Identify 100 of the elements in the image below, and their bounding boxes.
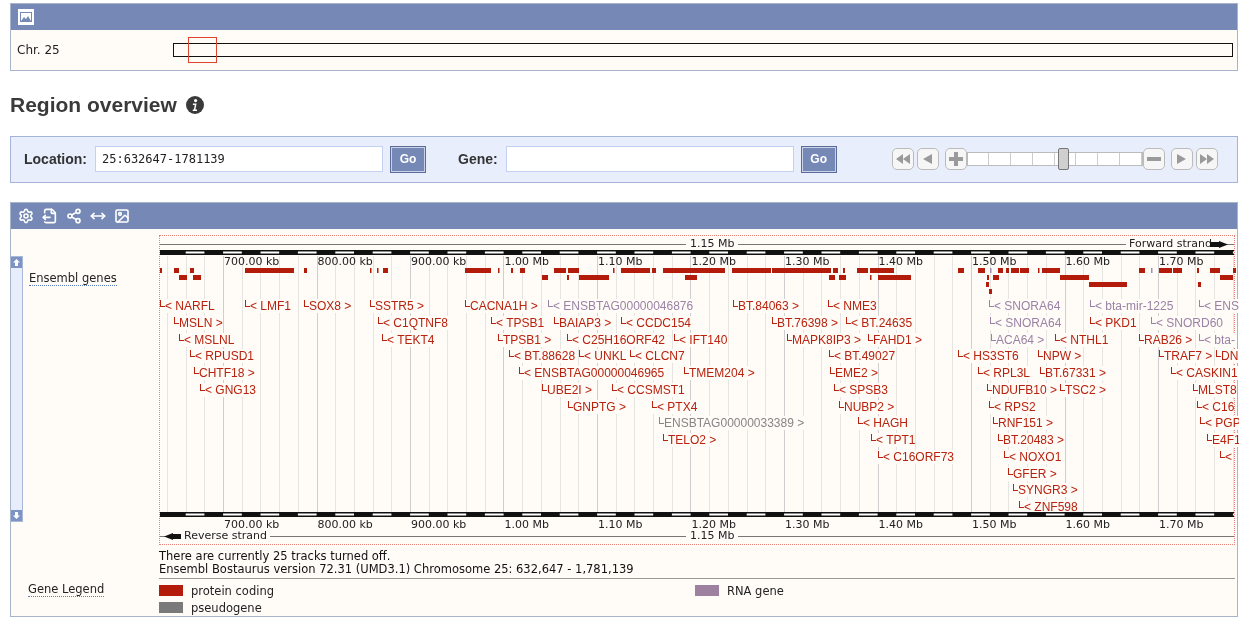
- gene-label[interactable]: NDUFB10 >: [987, 382, 1058, 397]
- fast-forward-button[interactable]: [1195, 148, 1218, 171]
- gene-label[interactable]: MAPK8IP3 >: [787, 332, 862, 347]
- gene-label[interactable]: SOX8 >: [304, 299, 352, 313]
- location-go-button[interactable]: Go: [390, 145, 426, 173]
- gene-label[interactable]: < NARFL: [160, 299, 215, 313]
- gene-label[interactable]: < bta-: [1199, 332, 1236, 347]
- gene-label[interactable]: ACA64 >: [991, 332, 1045, 347]
- share-icon[interactable]: [66, 208, 82, 224]
- legend-title[interactable]: Gene Legend: [28, 583, 105, 597]
- gene-label[interactable]: MSLN >: [174, 315, 223, 330]
- gene-label[interactable]: < TPT1: [871, 433, 916, 447]
- gene-label[interactable]: < IFT140: [674, 332, 728, 347]
- scale-tick-label: 1.20 Mb: [691, 256, 736, 268]
- gene-label[interactable]: < BT.49027: [829, 349, 896, 364]
- gene-label[interactable]: EME2 >: [830, 366, 879, 380]
- gene-label[interactable]: BT.20483 >: [998, 433, 1065, 447]
- scroll-down-button[interactable]: [11, 510, 22, 521]
- gene-label[interactable]: < TPSB1: [491, 315, 545, 330]
- gene-go-button[interactable]: Go: [800, 145, 837, 173]
- gene-label[interactable]: < bta-mir-1225: [1090, 299, 1174, 313]
- gene-label[interactable]: < BT.24635: [846, 315, 913, 330]
- info-icon[interactable]: [185, 96, 204, 115]
- gene-label[interactable]: < CCDC154: [621, 315, 692, 330]
- gene-label[interactable]: < PTX4: [652, 399, 698, 414]
- gene-label[interactable]: < C1QTNF8: [378, 315, 448, 330]
- gene-label[interactable]: NUBP2 >: [839, 399, 895, 414]
- gene-label[interactable]: < NTHL1: [1055, 332, 1109, 347]
- gene-label[interactable]: < ENSBTAG00000046876: [548, 299, 694, 313]
- gene-label[interactable]: RNF151 >: [993, 416, 1054, 431]
- gene-label[interactable]: < CLCN7: [630, 349, 685, 364]
- gene-label[interactable]: BT.76398 >: [772, 315, 839, 330]
- gene-label[interactable]: DN: [1216, 349, 1239, 364]
- gene-label[interactable]: < C16: [1197, 399, 1235, 414]
- gene-label[interactable]: UBE2I >: [542, 382, 593, 397]
- scale-tick-label: 1.10 Mb: [598, 256, 643, 268]
- track-label[interactable]: Ensembl genes: [29, 272, 117, 286]
- gene-label[interactable]: TRAF7 >: [1159, 349, 1213, 364]
- gene-label[interactable]: FAHD1 >: [868, 332, 923, 347]
- rewind-button[interactable]: [891, 148, 914, 171]
- gene-label[interactable]: NPW >: [1038, 349, 1082, 364]
- gene-label[interactable]: MLST8: [1193, 382, 1237, 397]
- image-icon[interactable]: [18, 9, 34, 25]
- gene-label[interactable]: GNPTG >: [568, 399, 626, 414]
- gene-label[interactable]: < CCSMST1: [612, 382, 685, 397]
- zoom-in-button[interactable]: [944, 148, 967, 171]
- gene-field[interactable]: [505, 146, 794, 173]
- gene-label[interactable]: BT.84063 >: [733, 299, 800, 313]
- scale-tick-label: 1.70 Mb: [1159, 519, 1204, 531]
- gene-label[interactable]: < SNORD60: [1151, 315, 1224, 330]
- gene-label[interactable]: < LMF1: [245, 299, 291, 313]
- track-note: There are currently 25 tracks turned off.: [159, 550, 392, 563]
- gene-label[interactable]: < SNORA64: [989, 299, 1061, 313]
- scale-tick-label: 1.50 Mb: [972, 256, 1017, 268]
- gene-label[interactable]: SSTR5 >: [370, 299, 425, 313]
- gene-label[interactable]: RAB26 >: [1139, 332, 1193, 347]
- gene-label[interactable]: < RPL3L: [978, 366, 1031, 380]
- gene-label[interactable]: < ENS: [1199, 299, 1239, 313]
- gene-label[interactable]: CHTF18 >: [194, 366, 255, 380]
- back-button[interactable]: [916, 148, 939, 171]
- slider-handle[interactable]: [1058, 148, 1070, 171]
- chromosome-bar[interactable]: [173, 43, 1233, 57]
- gene-label[interactable]: ENSBTAG00000033389 >: [659, 416, 805, 431]
- gene-label[interactable]: GFER >: [1008, 466, 1057, 481]
- gene-label[interactable]: < NOXO1: [1004, 449, 1062, 464]
- gene-label[interactable]: < C25H16ORF42: [567, 332, 666, 347]
- gene-label[interactable]: < HAGH: [858, 416, 908, 431]
- gene-label[interactable]: < PKD1: [1090, 315, 1137, 330]
- region-marker[interactable]: [188, 37, 217, 63]
- gene-label[interactable]: TMEM204 >: [684, 366, 755, 380]
- gene-label[interactable]: BT.67331 >: [1040, 366, 1107, 380]
- scroll-track[interactable]: [11, 256, 23, 522]
- zoom-out-button[interactable]: [1142, 148, 1165, 171]
- image-icon[interactable]: [114, 208, 130, 224]
- gene-label[interactable]: < C16ORF73: [878, 449, 955, 464]
- gene-label[interactable]: SYNGR3 >: [1013, 483, 1078, 498]
- gene-label[interactable]: < GNG13: [200, 382, 257, 397]
- gene-label[interactable]: < TEKT4: [382, 332, 435, 347]
- gene-label[interactable]: BAIAP3 >: [554, 315, 612, 330]
- gene-label[interactable]: TSC2 >: [1060, 382, 1106, 397]
- location-field[interactable]: 25:632647-1781139: [95, 146, 383, 173]
- scroll-up-button[interactable]: [11, 257, 22, 268]
- gene-label[interactable]: < NME3: [828, 299, 877, 313]
- gene-label[interactable]: < MSLNL: [179, 332, 235, 347]
- settings-icon[interactable]: [18, 208, 34, 224]
- forward-button[interactable]: [1170, 148, 1193, 171]
- gene-label[interactable]: < SPSB3: [834, 382, 889, 397]
- gene-label[interactable]: TELO2 >: [663, 433, 717, 447]
- gene-label[interactable]: CACNA1H >: [465, 299, 538, 313]
- strand-arrow-icon: [164, 533, 182, 540]
- gene-label[interactable]: < HS3ST6: [958, 349, 1019, 364]
- gene-label[interactable]: < CASKIN1: [1171, 366, 1238, 380]
- gene-label[interactable]: < SNORA64: [990, 315, 1062, 330]
- gene-label[interactable]: < UNKL: [579, 349, 627, 364]
- gene-label[interactable]: < RPS2: [989, 399, 1036, 414]
- export-icon[interactable]: [42, 208, 58, 224]
- gene-label[interactable]: < ENSBTAG00000046965: [519, 366, 665, 380]
- gene-label[interactable]: < RPUSD1: [190, 349, 255, 364]
- gene-label[interactable]: TPSB1 >: [498, 332, 552, 347]
- gene-label[interactable]: < BT.88628: [509, 349, 576, 364]
